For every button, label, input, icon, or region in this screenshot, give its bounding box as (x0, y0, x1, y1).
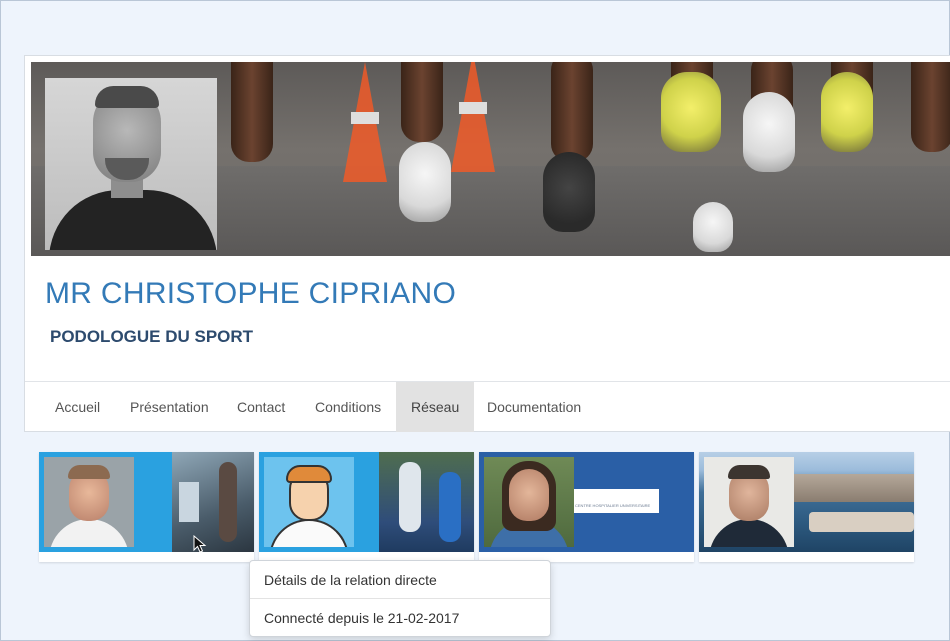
network-contact-photo (484, 457, 574, 547)
tooltip-divider (250, 598, 550, 599)
profile-title: PODOLOGUE DU SPORT (50, 327, 254, 346)
tab-accueil[interactable]: Accueil (40, 382, 115, 432)
profile-tabs: Accueil Présentation Contact Conditions … (25, 381, 950, 433)
tab-presentation[interactable]: Présentation (115, 382, 224, 432)
network-card-cover (699, 452, 914, 552)
mouse-pointer-icon (193, 535, 207, 553)
relation-tooltip: Détails de la relation directe Connecté … (249, 560, 551, 637)
cover-banner (31, 62, 950, 256)
network-card-3[interactable]: CENTRE HOSPITALIER UNIVERSITAIRE (479, 452, 694, 562)
network-contact-photo (44, 457, 134, 547)
tooltip-heading: Détails de la relation directe (264, 572, 437, 588)
tab-contact[interactable]: Contact (222, 382, 300, 432)
network-card-cover (259, 452, 474, 552)
network-card-cover-text: CENTRE HOSPITALIER UNIVERSITAIRE (575, 503, 651, 508)
network-card-2[interactable] (259, 452, 474, 562)
profile-name: MR CHRISTOPHE CIPRIANO (45, 277, 457, 310)
network-card-cover (39, 452, 254, 552)
network-contact-photo (704, 457, 794, 547)
tooltip-connection-date: Connecté depuis le 21-02-2017 (264, 610, 460, 626)
profile-card: MR CHRISTOPHE CIPRIANO PODOLOGUE DU SPOR… (24, 55, 950, 432)
network-card-cover: CENTRE HOSPITALIER UNIVERSITAIRE (479, 452, 694, 552)
tab-documentation[interactable]: Documentation (472, 382, 596, 432)
network-card-1[interactable] (39, 452, 254, 562)
network-card-4[interactable] (699, 452, 914, 562)
profile-avatar[interactable] (45, 78, 217, 250)
tab-conditions[interactable]: Conditions (300, 382, 396, 432)
tab-reseau[interactable]: Réseau (396, 382, 475, 432)
network-contact-photo (264, 457, 354, 547)
